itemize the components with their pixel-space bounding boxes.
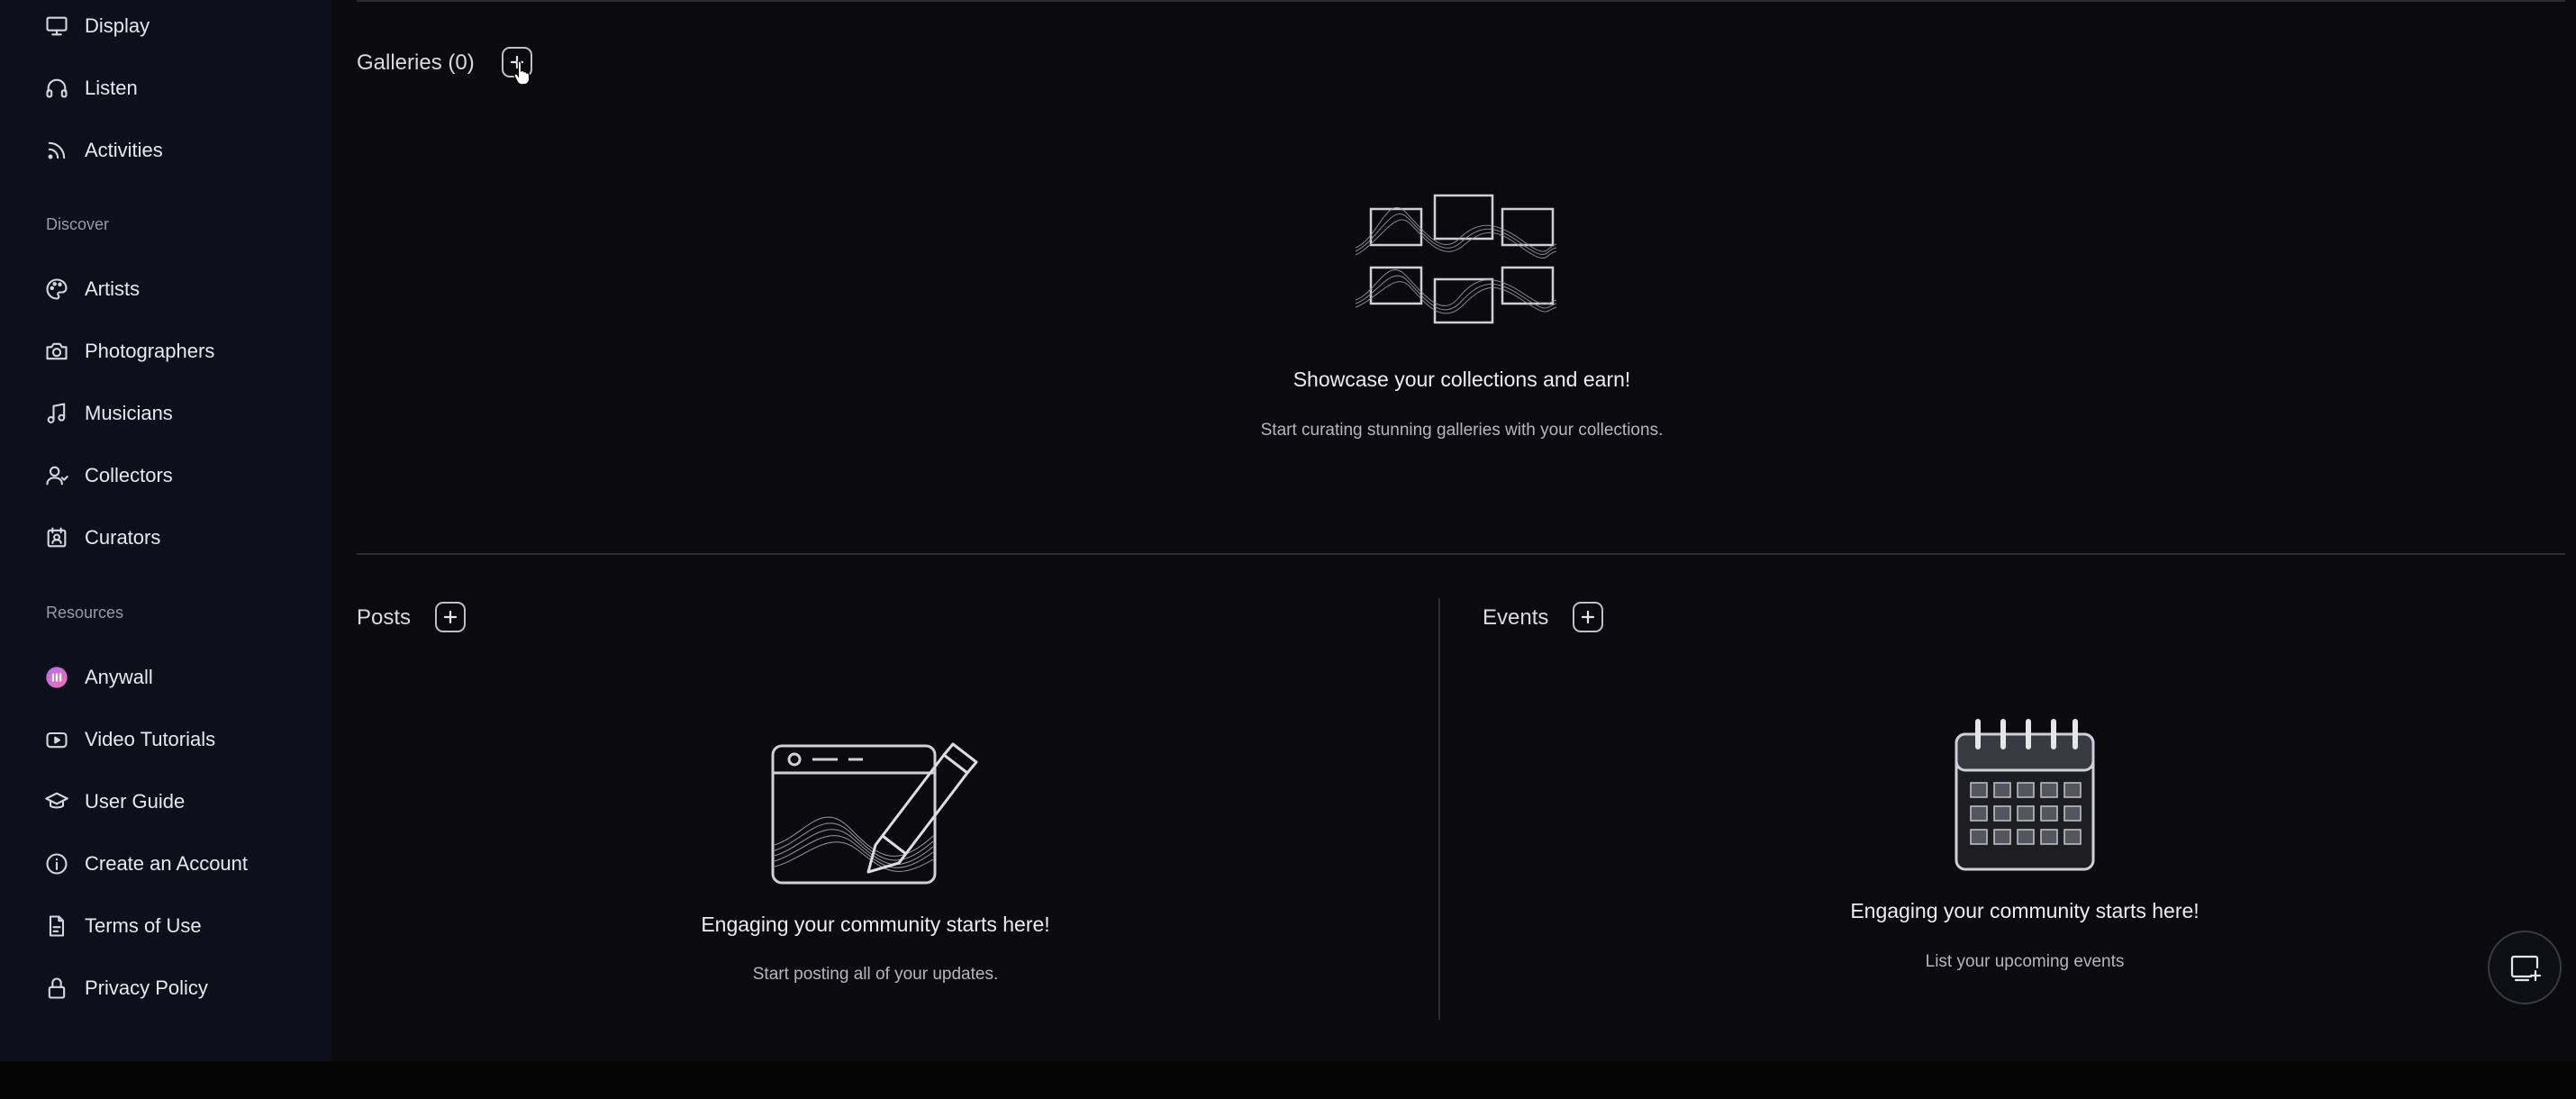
sidebar-item-label: Artists: [85, 277, 141, 300]
lock-icon: [43, 975, 70, 1002]
sidebar-item-label: Terms of Use: [85, 914, 202, 937]
sidebar: Display Listen Activities Discover Artis…: [0, 0, 331, 1061]
palette-icon: [43, 276, 70, 303]
sidebar-item-photographers[interactable]: Photographers: [43, 333, 214, 369]
posts-title: Posts: [357, 605, 412, 630]
events-empty-title: Engaging your community starts here!: [1850, 899, 2200, 922]
sidebar-item-terms[interactable]: Terms of Use: [43, 908, 202, 944]
events-empty-subtitle: List your upcoming events: [1925, 952, 2125, 971]
add-event-button[interactable]: [1573, 602, 1603, 632]
sidebar-item-musicians[interactable]: Musicians: [43, 395, 173, 431]
sidebar-item-activities[interactable]: Activities: [43, 132, 163, 168]
galleries-empty-subtitle: Start curating stunning galleries with y…: [1260, 421, 1664, 440]
sidebar-item-label: Activities: [85, 139, 163, 161]
top-divider: [357, 0, 2565, 2]
sidebar-item-artists[interactable]: Artists: [43, 271, 140, 307]
sidebar-item-display[interactable]: Display: [43, 8, 150, 44]
sidebar-item-label: Curators: [85, 526, 161, 549]
sidebar-item-label: Photographers: [85, 340, 215, 362]
sidebar-item-curators[interactable]: Curators: [43, 520, 160, 556]
sidebar-item-label: Create an Account: [85, 852, 249, 875]
bottom-bar: [0, 1061, 2576, 1099]
posts-empty-subtitle: Start posting all of your updates.: [752, 965, 999, 984]
sidebar-item-label: Listen: [85, 77, 138, 99]
sidebar-item-privacy[interactable]: Privacy Policy: [43, 970, 208, 1006]
rss-icon: [43, 137, 70, 164]
sidebar-item-label: Anywall: [85, 666, 153, 688]
display-add-icon: [2510, 955, 2542, 982]
posts-empty-title: Engaging your community starts here!: [701, 913, 1050, 936]
add-post-button[interactable]: [435, 602, 466, 632]
galleries-title: Galleries (0): [357, 50, 475, 75]
headphones-icon: [43, 75, 70, 102]
sidebar-item-label: Video Tutorials: [85, 728, 216, 750]
sidebar-item-video-tutorials[interactable]: Video Tutorials: [43, 722, 215, 758]
sidebar-item-user-guide[interactable]: User Guide: [43, 784, 185, 820]
sidebar-item-label: Privacy Policy: [85, 976, 208, 999]
curator-icon: [43, 524, 70, 551]
section-divider: [357, 553, 2565, 555]
sidebar-item-listen[interactable]: Listen: [43, 70, 138, 106]
graduation-cap-icon: [43, 788, 70, 815]
music-note-icon: [43, 400, 70, 427]
mouse-cursor-icon: [513, 60, 531, 86]
user-icon: [43, 462, 70, 489]
sidebar-item-label: User Guide: [85, 790, 186, 813]
sidebar-item-label: Musicians: [85, 402, 173, 424]
plus-icon: [1581, 610, 1595, 624]
cast-to-display-button[interactable]: [2488, 931, 2562, 1004]
monitor-icon: [43, 13, 70, 40]
anywall-logo-icon: [43, 664, 70, 691]
sidebar-item-label: Display: [85, 14, 150, 37]
posts-illustration: [767, 728, 980, 888]
sidebar-item-create-account[interactable]: Create an Account: [43, 846, 248, 882]
events-title: Events: [1483, 605, 1549, 630]
sidebar-item-collectors[interactable]: Collectors: [43, 458, 173, 494]
camera-icon: [43, 338, 70, 365]
section-label-resources: Resources: [46, 604, 124, 622]
plus-icon: [443, 610, 458, 624]
galleries-illustration: [1351, 185, 1558, 329]
youtube-icon: [43, 726, 70, 753]
document-icon: [43, 913, 70, 940]
sidebar-item-label: Collectors: [85, 464, 173, 486]
events-illustration: [1951, 716, 2099, 874]
info-icon: [43, 850, 70, 877]
column-divider: [1438, 598, 1440, 1020]
galleries-empty-title: Showcase your collections and earn!: [1293, 368, 1631, 391]
sidebar-item-anywall[interactable]: Anywall: [43, 659, 153, 695]
section-label-discover: Discover: [46, 215, 110, 233]
